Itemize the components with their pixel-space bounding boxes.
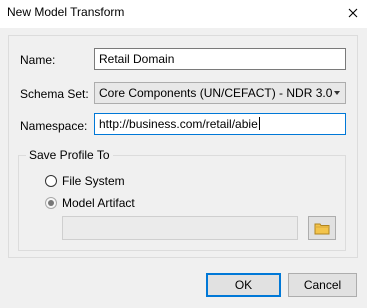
name-label: Name: [20, 53, 56, 67]
profile-path-input[interactable] [62, 216, 298, 240]
schema-set-value: Core Components (UN/CEFACT) - NDR 3.0 [99, 86, 333, 100]
close-icon [348, 8, 358, 18]
schema-set-label: Schema Set: [20, 87, 89, 101]
dialog-title: New Model Transform [7, 5, 125, 19]
radio-file-system-circle[interactable] [45, 175, 57, 187]
ok-button[interactable]: OK [206, 273, 281, 297]
radio-file-system-label: File System [62, 174, 125, 188]
dialog-body: Name: Retail Domain Schema Set: Core Com… [0, 28, 367, 308]
title-bar: New Model Transform [0, 0, 367, 28]
cancel-button[interactable]: Cancel [288, 273, 357, 297]
schema-set-dropdown[interactable]: Core Components (UN/CEFACT) - NDR 3.0 [94, 82, 346, 104]
folder-icon [314, 223, 330, 235]
chevron-down-icon [334, 91, 340, 95]
name-input[interactable]: Retail Domain [94, 48, 346, 70]
namespace-input[interactable]: http://business.com/retail/abie [94, 113, 346, 135]
browse-button[interactable] [308, 216, 336, 240]
close-button[interactable] [343, 3, 363, 23]
radio-file-system[interactable]: File System [45, 174, 125, 188]
radio-model-artifact[interactable]: Model Artifact [45, 196, 135, 210]
namespace-value: http://business.com/retail/abie [99, 117, 258, 131]
radio-model-artifact-label: Model Artifact [62, 196, 135, 210]
save-profile-label: Save Profile To [26, 148, 113, 162]
radio-model-artifact-circle[interactable] [45, 197, 57, 209]
text-caret [258, 117, 260, 130]
namespace-label: Namespace: [20, 119, 88, 133]
